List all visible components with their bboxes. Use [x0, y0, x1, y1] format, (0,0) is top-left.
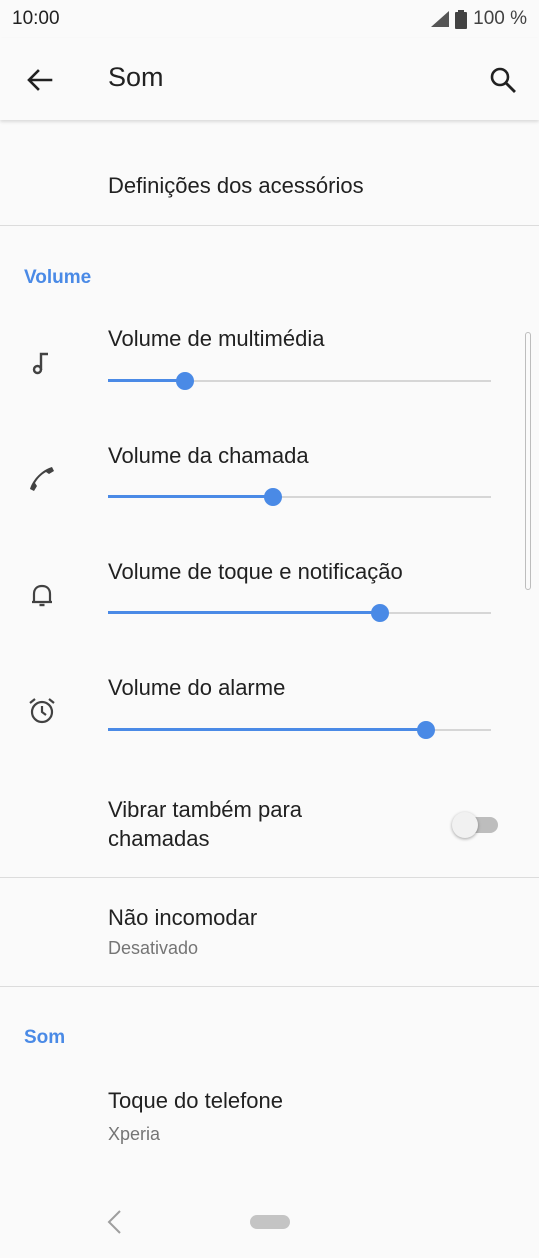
slider-thumb[interactable]	[416, 721, 435, 739]
nav-back-icon[interactable]	[102, 1208, 126, 1236]
app-bar: Som	[0, 38, 539, 120]
navigation-bar	[0, 1186, 539, 1258]
divider	[0, 225, 539, 226]
volume-media-slider[interactable]	[108, 371, 491, 391]
volume-alarm-slider[interactable]	[108, 720, 491, 740]
volume-ring-slider[interactable]	[108, 603, 491, 623]
slider-fill	[108, 728, 426, 731]
search-icon[interactable]	[485, 62, 521, 98]
scrollbar[interactable]	[525, 332, 531, 590]
dnd-label: Não incomodar	[108, 905, 258, 930]
slider-thumb[interactable]	[370, 604, 389, 622]
phone-icon	[30, 467, 54, 491]
vibrate-toggle[interactable]	[452, 812, 498, 838]
battery-icon	[455, 9, 468, 29]
volume-call-slider[interactable]	[108, 487, 491, 507]
slider-fill	[108, 611, 380, 614]
alarm-clock-icon	[29, 698, 55, 724]
section-header-volume: Volume	[24, 267, 92, 288]
status-time: 10:00	[12, 8, 60, 29]
accessories-label: Definições dos acessórios	[108, 173, 364, 198]
arrow-back-icon[interactable]	[22, 62, 58, 98]
slider-thumb[interactable]	[263, 488, 282, 506]
toggle-thumb	[452, 812, 478, 838]
status-indicators: 100 %	[431, 8, 527, 30]
slider-thumb[interactable]	[175, 372, 194, 390]
ringtone-label: Toque do telefone	[108, 1088, 283, 1113]
vibrate-label-line1: Vibrar também para	[108, 797, 303, 822]
volume-media-label: Volume de multimédia	[108, 326, 325, 351]
music-note-icon	[32, 352, 48, 375]
slider-fill	[108, 495, 273, 498]
divider	[0, 986, 539, 987]
ringtone-value: Xperia	[108, 1124, 161, 1144]
slider-fill	[108, 379, 185, 382]
volume-call-label: Volume da chamada	[108, 443, 309, 468]
nav-home-button[interactable]	[250, 1215, 290, 1229]
divider	[0, 877, 539, 878]
section-header-sound: Som	[24, 1027, 66, 1048]
volume-ring-label: Volume de toque e notificação	[108, 559, 403, 584]
vibrate-label-line2: chamadas	[108, 826, 210, 851]
volume-alarm-label: Volume do alarme	[108, 675, 286, 700]
signal-icon	[431, 11, 450, 27]
battery-percentage: 100 %	[473, 8, 527, 29]
status-bar: 10:00 100 %	[0, 0, 539, 38]
dnd-value: Desativado	[108, 938, 199, 958]
page-title: Som	[108, 62, 164, 92]
bell-icon	[32, 584, 52, 607]
